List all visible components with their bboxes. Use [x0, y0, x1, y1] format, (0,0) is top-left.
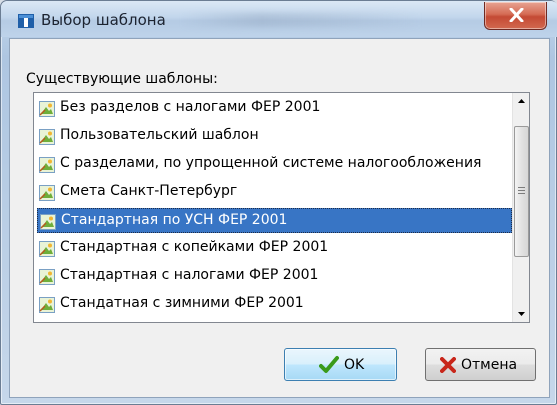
cancel-x-icon [440, 357, 456, 373]
close-button[interactable] [484, 2, 547, 30]
list-item[interactable]: Смета Санкт-Петербург [37, 180, 512, 205]
ok-button-label: OK [344, 357, 365, 373]
template-file-icon [39, 185, 55, 201]
window-title: Выбор шаблона [41, 11, 166, 29]
scroll-up-arrow-icon[interactable] [514, 93, 529, 110]
templates-label: Существующие шаблоны: [26, 71, 218, 87]
template-file-icon [39, 101, 55, 117]
vertical-scrollbar[interactable] [512, 93, 529, 322]
template-file-icon [40, 214, 56, 230]
checkmark-icon [319, 356, 339, 373]
list-item-label: С разделами, по упрощенной системе налог… [60, 155, 482, 171]
list-item-label: Без разделов с налогами ФЕР 2001 [60, 99, 321, 115]
list-item[interactable]: Пользовательский шаблон [37, 124, 512, 149]
template-file-icon [39, 129, 55, 145]
list-item-label: Стандатная с зимними ФЕР 2001 [60, 295, 304, 311]
ok-button[interactable]: OK [284, 348, 397, 381]
templates-listbox[interactable]: Без разделов с налогами ФЕР 2001 Пользова… [33, 92, 530, 323]
scrollbar-thumb[interactable] [514, 126, 529, 257]
list-item-label: Стандартная с налогами ФЕР 2001 [60, 267, 319, 283]
dialog-window: Выбор шаблона Существующие шаблоны: Без … [0, 0, 557, 405]
list-item-label: Стандартная по УСН ФЕР 2001 [61, 212, 288, 228]
list-item[interactable]: Стандатная с зимними ФЕР 2001 [37, 292, 512, 317]
list-item-label: Смета Санкт-Петербург [60, 183, 238, 199]
cancel-button[interactable]: Отмена [425, 348, 536, 381]
app-icon [18, 14, 34, 28]
title-bar[interactable]: Выбор шаблона [1, 1, 557, 37]
template-file-icon [39, 157, 55, 173]
list-item[interactable]: Без разделов с налогами ФЕР 2001 [37, 96, 512, 121]
list-item[interactable]: С разделами, по упрощенной системе налог… [37, 152, 512, 177]
list-item[interactable]: Стандартная с налогами ФЕР 2001 [37, 264, 512, 289]
list-item-label: Пользовательский шаблон [60, 127, 259, 143]
template-file-icon [39, 297, 55, 313]
template-file-icon [39, 269, 55, 285]
close-icon [509, 8, 524, 22]
list-item-label: Стандартная с копейками ФЕР 2001 [60, 239, 329, 255]
list-item[interactable]: Стандартная с копейками ФЕР 2001 [37, 236, 512, 261]
template-file-icon [39, 241, 55, 257]
scroll-down-arrow-icon[interactable] [514, 305, 529, 322]
list-item[interactable]: Стандартная по УСН ФЕР 2001 [37, 208, 512, 233]
title-blur [181, 13, 421, 27]
cancel-button-label: Отмена [461, 357, 518, 373]
